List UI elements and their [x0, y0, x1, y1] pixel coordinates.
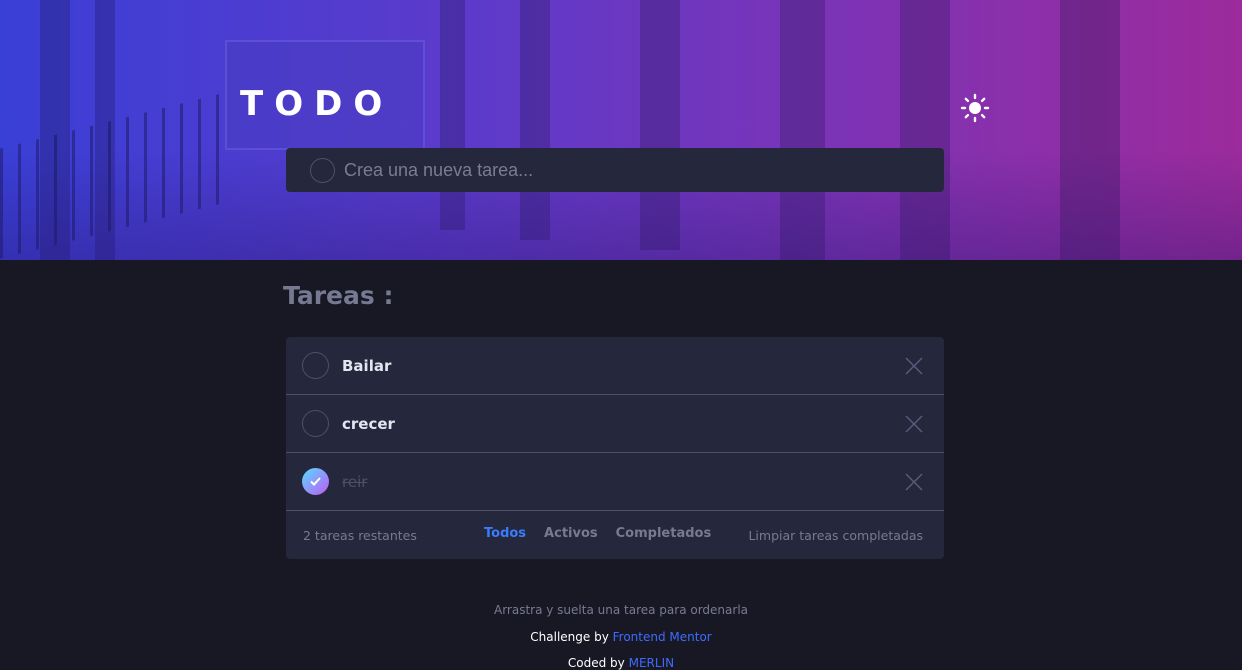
- attribution-text: Coded by: [567, 656, 625, 670]
- close-icon: [905, 415, 923, 433]
- clear-completed-button[interactable]: Limpiar tareas completadas: [748, 528, 923, 543]
- section-title: Tareas :: [283, 281, 394, 310]
- task-list: Bailar crecer reir 2 tareas restantes To…: [286, 337, 944, 559]
- theme-toggle-button[interactable]: [958, 91, 992, 125]
- task-item[interactable]: reir: [286, 453, 944, 511]
- checkmark-icon: [310, 477, 321, 486]
- remaining-count: 2 tareas restantes: [303, 528, 417, 543]
- filter-completed[interactable]: Completados: [616, 526, 712, 541]
- task-check-circle[interactable]: [302, 468, 329, 495]
- task-check-circle[interactable]: [302, 410, 329, 437]
- app-logo: TODO: [240, 84, 394, 124]
- header-banner: [0, 0, 1242, 260]
- task-label: Bailar: [342, 356, 392, 375]
- frontend-mentor-link[interactable]: Frontend Mentor: [613, 630, 712, 644]
- filter-all[interactable]: Todos: [484, 526, 526, 541]
- new-task-form: [286, 148, 944, 192]
- task-label: reir: [342, 472, 368, 491]
- new-task-check-circle[interactable]: [310, 157, 335, 183]
- task-label: crecer: [342, 414, 395, 433]
- filter-active[interactable]: Activos: [544, 526, 598, 541]
- attribution-challenge: Challenge by Frontend Mentor: [0, 630, 1242, 644]
- delete-task-button[interactable]: [905, 415, 923, 433]
- task-check-circle[interactable]: [302, 352, 329, 379]
- task-item[interactable]: Bailar: [286, 337, 944, 395]
- delete-task-button[interactable]: [905, 473, 923, 491]
- delete-task-button[interactable]: [905, 357, 923, 375]
- author-link[interactable]: MERLIN: [629, 656, 674, 670]
- drag-hint: Arrastra y suelta una tarea para ordenar…: [493, 603, 748, 617]
- close-icon: [905, 357, 923, 375]
- sun-icon: [960, 93, 990, 123]
- attribution-author: Coded by MERLIN: [0, 656, 1242, 670]
- task-list-footer: 2 tareas restantes Todos Activos Complet…: [286, 511, 944, 559]
- attribution-text: Challenge by: [530, 630, 609, 644]
- filter-tabs: Todos Activos Completados: [484, 526, 711, 541]
- task-item[interactable]: crecer: [286, 395, 944, 453]
- close-icon: [905, 473, 923, 491]
- new-task-input[interactable]: [344, 159, 904, 181]
